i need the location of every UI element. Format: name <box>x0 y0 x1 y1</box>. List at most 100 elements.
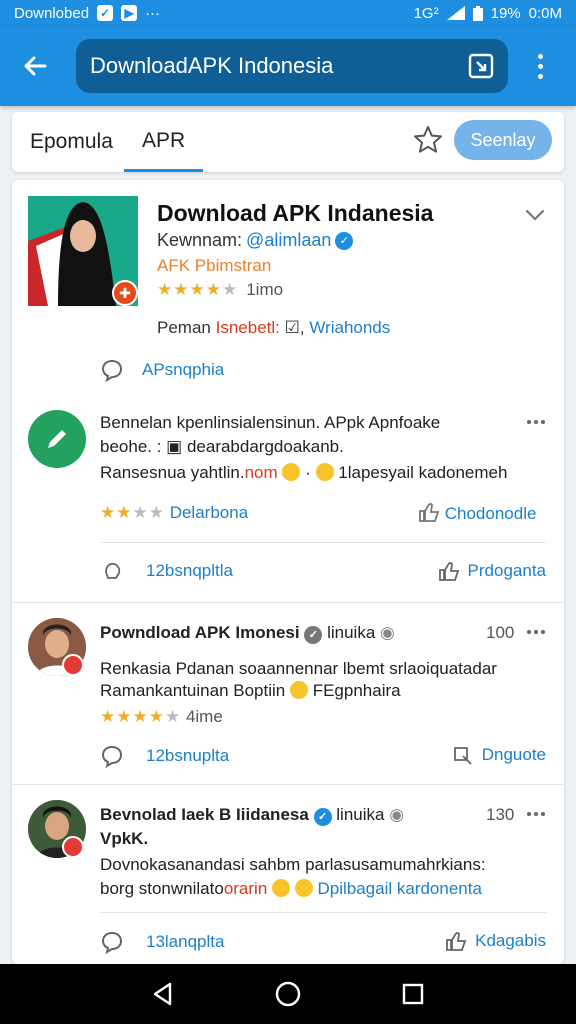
back-arrow-icon <box>24 56 47 76</box>
avatar-badge-icon <box>62 836 84 858</box>
post2-rating-label: 4ime <box>185 707 223 726</box>
post2-share[interactable]: Dnguote <box>452 744 546 766</box>
smile-emoji-icon <box>315 463 334 481</box>
signal-text: 1G² <box>413 4 439 22</box>
post1-share-label: Prdoganta <box>467 561 546 580</box>
post2-divider <box>12 784 564 785</box>
comment-icon <box>101 359 123 382</box>
more-notifications-icon: ··· <box>145 4 161 22</box>
meta-prefix: Peman <box>157 318 211 337</box>
nav-recent-button[interactable] <box>395 976 431 1012</box>
post3-title-line2: VpkK. <box>100 829 149 848</box>
comment-icon <box>101 745 123 768</box>
post3-body-line2-red: orarin <box>223 879 268 898</box>
post1-right-link: Chodonodle <box>444 504 537 523</box>
cell-signal-icon <box>446 6 465 20</box>
search-field[interactable]: DownloadAPK Indonesia <box>76 39 508 93</box>
edit-icon: ☑, <box>284 318 305 337</box>
post1-action-row: 12bsnqpltla Prdoganta <box>12 552 564 592</box>
hero-rating: ★★★★★ 1imo <box>157 280 283 300</box>
meta-blue-link[interactable]: Wriahonds <box>309 318 390 337</box>
post3-share[interactable]: Kdagabis <box>445 930 546 952</box>
star-outline-icon[interactable] <box>412 124 444 156</box>
post2-action-row: 12bsnuplta Dnguote <box>12 736 564 776</box>
post3-reply[interactable]: 13lanqplta <box>100 930 224 954</box>
post1-body-prefix: Ransesnua yahtlin. <box>100 463 245 482</box>
tabs-bar: Epomula APR Seenlay <box>12 112 564 172</box>
play-notification-icon: ▶ <box>121 5 138 21</box>
hero-meta: Peman Isnebetl: ☑, Wriahonds <box>157 318 390 338</box>
nav-home-button[interactable] <box>270 976 306 1012</box>
check-notification-icon: ✓ <box>97 5 114 21</box>
verified-icon: ✓ <box>313 808 332 826</box>
post3-handle[interactable]: linuika <box>336 805 384 824</box>
post3-body-line2: borg stonwnilatoorarin Dpilbagail kardon… <box>100 878 482 900</box>
status-dot-icon: ◉ <box>380 623 395 642</box>
post3-body-line2-blue[interactable]: Dpilbagail kardonenta <box>317 879 481 898</box>
post1-rating: ★★★★ Delarbona <box>100 502 248 524</box>
system-nav-bar <box>0 964 576 1024</box>
post1-inner-divider <box>100 542 546 543</box>
post2-time: 100 <box>486 623 515 642</box>
tabs-cta-button[interactable]: Seenlay <box>454 120 552 160</box>
post1-title-line1: Bennelan kpenlinsialensinun. APpk Apnfoa… <box>100 413 441 432</box>
post1-rating-label[interactable]: Delarbona <box>170 503 248 522</box>
post3-reply-count: 13lanqplta <box>146 932 225 951</box>
post2-body-line1: Renkasia Pdanan soaannennar lbemt srlaoi… <box>100 659 497 678</box>
byline-handle[interactable]: @alimlaan <box>246 230 331 251</box>
post2-handle[interactable]: linuika <box>327 623 375 642</box>
battery-percent: 19% <box>490 4 521 22</box>
byline-prefix: Kewnnam: <box>157 230 243 250</box>
nav-back-icon <box>153 982 171 1006</box>
post1-more-icon[interactable] <box>524 410 548 434</box>
nav-recent-icon <box>403 983 424 1005</box>
hero-rating-label: 1imo <box>246 280 284 299</box>
hero-title: Download APK Indanesia <box>157 200 434 226</box>
post3-share-label: Kdagabis <box>475 931 546 950</box>
post1-divider <box>12 602 564 603</box>
post1-reply[interactable]: 12bsnqpltla <box>102 560 233 582</box>
overflow-menu-icon[interactable] <box>528 46 552 86</box>
tab-apr[interactable]: APR <box>124 112 204 172</box>
verified-icon: ✓ <box>335 231 354 250</box>
post1-share[interactable]: Prdoganta <box>438 560 546 582</box>
chevron-down-icon[interactable] <box>522 202 548 228</box>
avatar-pencil[interactable] <box>28 410 86 468</box>
hero-badge-icon: ✚ <box>112 280 138 306</box>
post3-more-icon[interactable] <box>524 802 548 826</box>
status-bar: Downlobed ✓ ▶ ··· 1G² 19% 0:0M <box>0 0 576 26</box>
tab-epomula[interactable]: Epomula <box>30 112 113 172</box>
post2-reply[interactable]: 12bsnuplta <box>100 744 229 768</box>
post2-body-line2-text: Ramankantuinan Boptiin <box>100 681 286 700</box>
post1-title-line2: beohe. : ▣ dearabdargdoakanb. <box>100 437 344 456</box>
hero-byline: Kewnnam: @alimlaan ✓ <box>157 230 354 251</box>
hero-comment-action[interactable]: APsnqphia <box>100 358 224 382</box>
smile-emoji-icon <box>294 879 313 897</box>
app-bar: DownloadAPK Indonesia <box>0 26 576 106</box>
hero-action-label: APsnqphia <box>142 360 225 379</box>
post2-title[interactable]: Powndload APK Imonesi <box>100 623 300 642</box>
share-icon <box>453 747 472 765</box>
post1-reply-count: 12bsnqpltla <box>146 561 233 580</box>
post1-separator-dot: · <box>305 463 311 482</box>
post2-more-icon[interactable] <box>524 620 548 644</box>
feed-card: ✚ Download APK Indanesia Kewnnam: @aliml… <box>12 180 564 964</box>
back-button[interactable] <box>14 45 56 87</box>
star-rating-icon: ★★★★★ <box>100 707 182 726</box>
post2-header: Powndload APK Imonesi ✓ linuika ◉ <box>100 622 395 644</box>
nav-back-button[interactable] <box>145 976 181 1012</box>
status-time: 0:0M <box>528 4 562 22</box>
post1-body: Ransesnua yahtlin.nom · 1lapesyail kadon… <box>100 462 507 484</box>
open-in-icon[interactable] <box>468 53 494 79</box>
meta-red-link[interactable]: Isnebetl: <box>216 318 280 337</box>
post3-header: Bevnolad Iaek B Iiidanesa ✓ linuika ◉ <box>100 804 404 826</box>
post1-body-suffix: 1lapesyail kadonemeh <box>338 463 508 482</box>
star-rating-icon: ★★★★★ <box>157 280 239 299</box>
smile-emoji-icon <box>289 681 308 699</box>
status-notification-text: Downlobed <box>14 4 90 22</box>
star-rating-icon: ★★★★ <box>100 503 165 522</box>
like-icon <box>105 562 121 579</box>
post1-right-action[interactable]: Chodonodle <box>418 502 536 525</box>
post3-action-row: 13lanqplta Kdagabis <box>12 922 564 962</box>
post3-title[interactable]: Bevnolad Iaek B Iiidanesa <box>100 805 309 824</box>
